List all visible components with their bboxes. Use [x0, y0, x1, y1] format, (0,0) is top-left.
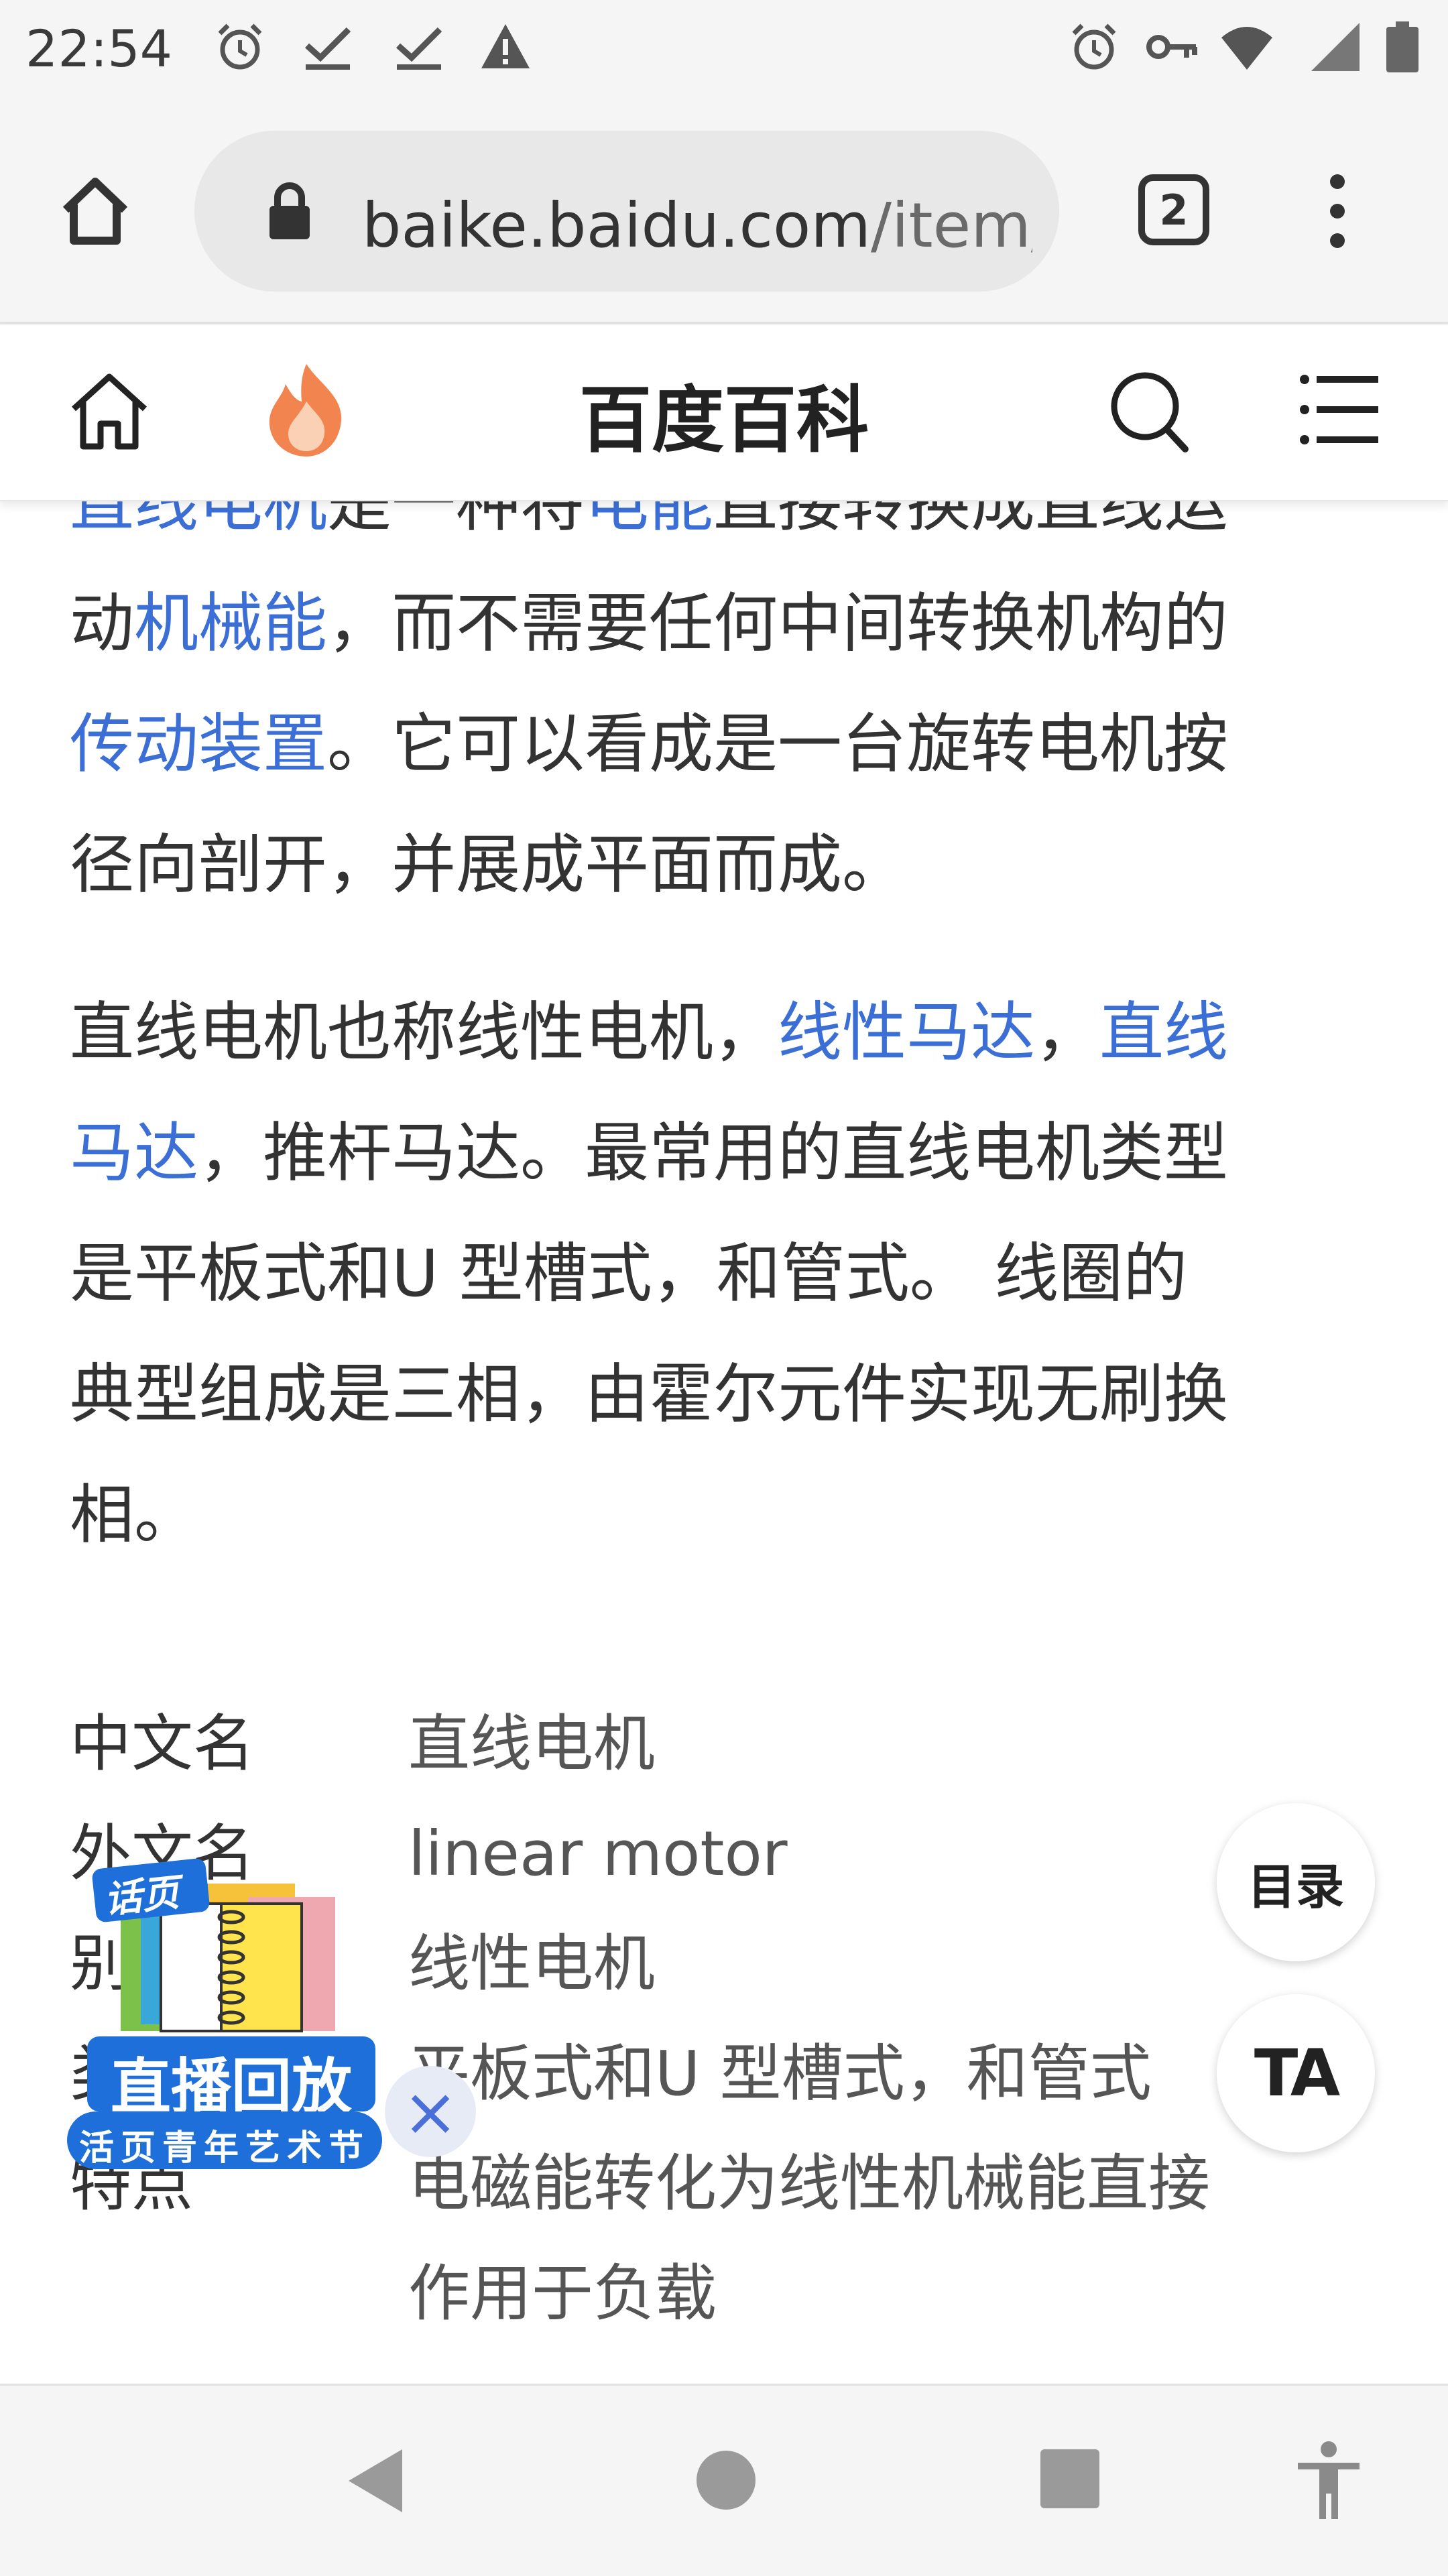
infobox-value-line: 作用于负载: [408, 2258, 717, 2329]
article-text: 相。: [70, 1477, 198, 1552]
alarm-icon: [1072, 23, 1116, 70]
article-text: ，: [1035, 995, 1099, 1070]
paragraph-line: 径向剖开，并展成平面而成。: [70, 804, 1384, 925]
paragraph-line: 相。: [70, 1455, 1384, 1575]
home-icon[interactable]: [55, 171, 135, 251]
article-link[interactable]: 直线: [1099, 995, 1228, 1070]
home-circle-icon[interactable]: [694, 2448, 758, 2512]
search-icon[interactable]: [1106, 367, 1191, 454]
lock-icon: [269, 182, 310, 239]
status-bar: 22:54: [0, 0, 1448, 101]
back-icon[interactable]: [342, 2444, 406, 2518]
toc-button[interactable]: 目录: [1217, 1803, 1375, 1961]
paragraph-line: 是平板式和U 型槽式，和管式。 线圈的: [70, 1213, 1384, 1334]
url-path: /item/直线电机: [870, 190, 1032, 261]
close-icon: ×: [402, 2072, 459, 2151]
article-paragraph-1: 直线电机是一种将电能直接转换成直线运 动机械能，而不需要任何中间转换机构的 传动装置…: [70, 442, 1384, 925]
article-text: 径向剖开，并展成平面而成。: [70, 827, 906, 902]
article-text: 直线电机也称线性电机，: [70, 995, 778, 1070]
article-link[interactable]: 马达: [70, 1115, 198, 1190]
alarm-icon: [218, 23, 262, 70]
ad-badge: 话页: [102, 1871, 182, 1922]
paragraph-line: 典型组成是三相，由霍尔元件实现无刷换: [70, 1334, 1384, 1455]
signal-icon: [1311, 23, 1360, 71]
accessibility-icon[interactable]: [1294, 2440, 1364, 2520]
tab-switcher-button[interactable]: 2: [1138, 174, 1209, 245]
paragraph-line: 马达，推杆马达。最常用的直线电机类型: [70, 1093, 1384, 1213]
wifi-icon: [1221, 27, 1272, 70]
ad-subtitle: 活页青年艺术节: [78, 2128, 370, 2168]
article-text: 。它可以看成是一台旋转电机按: [327, 707, 1228, 782]
battery-icon: [1386, 21, 1419, 72]
article-link[interactable]: 传动装置: [70, 707, 327, 782]
article-link[interactable]: 线性马达: [778, 995, 1035, 1070]
tab-count: 2: [1159, 185, 1189, 235]
article-paragraph-2: 直线电机也称线性电机，线性马达，直线 马达，推杆马达。最常用的直线电机类型 是平板式…: [70, 972, 1384, 1575]
vpn-key-icon: [1146, 35, 1197, 59]
toc-label: 目录: [1247, 1858, 1344, 1915]
paragraph-line: 动机械能，而不需要任何中间转换机构的: [70, 563, 1384, 684]
url-text[interactable]: baike.baidu.com/item/直线电机: [362, 176, 1032, 265]
infobox-value-line: 电磁能转化为线性机械能直接: [408, 2148, 1211, 2219]
check-icon: [396, 27, 442, 70]
ad-close-button[interactable]: ×: [385, 2066, 476, 2157]
warning-icon: [481, 24, 530, 68]
text-size-label: TA: [1254, 2036, 1340, 2111]
infobox-key: 中文名: [70, 1708, 255, 1780]
check-icon: [304, 27, 351, 70]
infobox-value: 电磁能转化为线性机械能直接 作用于负载: [408, 2129, 1380, 2349]
url-domain: baike.baidu.com: [362, 190, 871, 261]
article-text: ，而不需要任何中间转换机构的: [327, 586, 1228, 661]
text-size-button[interactable]: TA: [1217, 1994, 1375, 2152]
status-time: 22:54: [25, 19, 173, 78]
article-link[interactable]: 机械能: [134, 586, 327, 661]
article-text: 动: [70, 586, 134, 661]
infobox-value: 直线电机: [408, 1708, 656, 1780]
site-title: 百度百科: [579, 379, 869, 463]
paragraph-line: 直线电机也称线性电机，线性马达，直线: [70, 972, 1384, 1093]
paragraph-line: 传动装置。它可以看成是一台旋转电机按: [70, 684, 1384, 804]
recents-icon[interactable]: [1038, 2447, 1102, 2511]
menu-dots-icon[interactable]: [1314, 171, 1361, 251]
live-replay-ad[interactable]: 话页 直播回放 活页青年艺术节: [67, 1857, 382, 2172]
article-text: ，推杆马达。最常用的直线电机类型: [198, 1115, 1228, 1190]
article-text: 是平板式和U 型槽式，和管式。 线圈的: [70, 1236, 1188, 1311]
article-text: 典型组成是三相，由霍尔元件实现无刷换: [70, 1357, 1228, 1432]
menu-lines-icon[interactable]: [1299, 373, 1380, 446]
